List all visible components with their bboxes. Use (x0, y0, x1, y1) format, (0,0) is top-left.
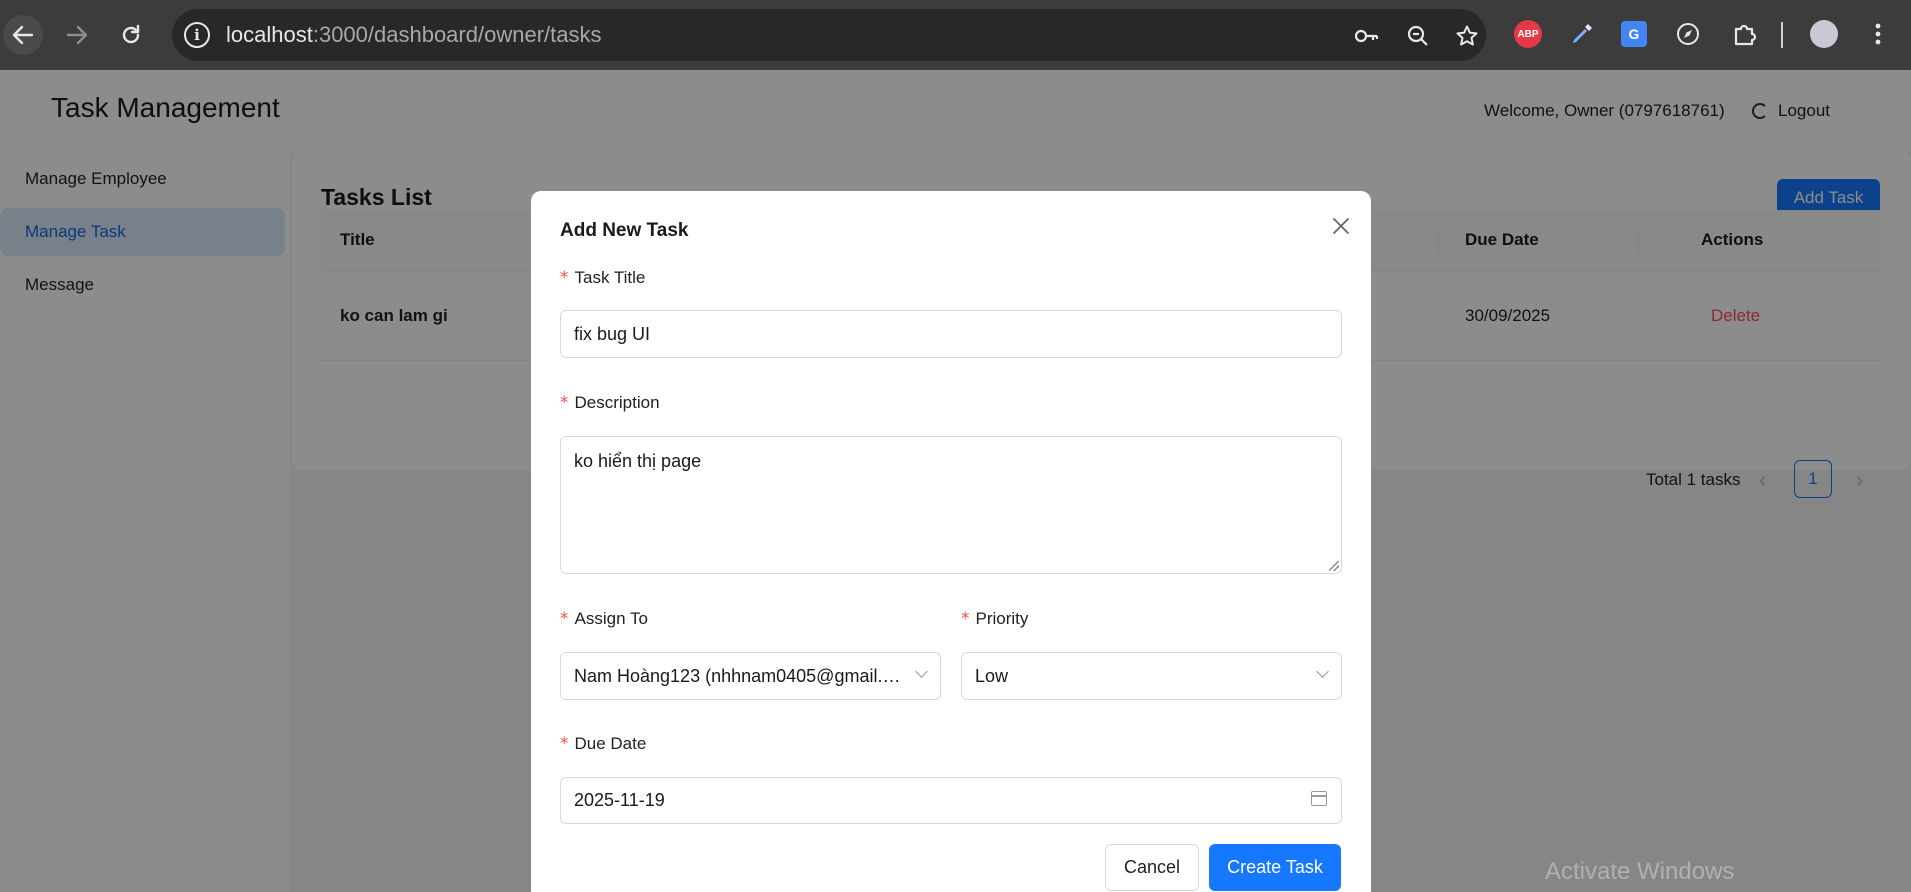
close-icon[interactable] (1326, 211, 1356, 241)
address-bar[interactable]: i localhost:3000/dashboard/owner/tasks (172, 9, 1486, 61)
assign-to-label: * Assign To (560, 609, 648, 629)
due-date-label: * Due Date (560, 734, 647, 754)
adblock-extension-icon[interactable]: ABP (1514, 20, 1542, 48)
required-mark: * (560, 734, 569, 754)
arrow-right-icon (66, 25, 88, 45)
due-date-picker[interactable]: 2025-11-19 (560, 777, 1342, 824)
task-title-label: * Task Title (560, 268, 646, 288)
forward-button[interactable] (57, 15, 97, 55)
url-text[interactable]: localhost:3000/dashboard/owner/tasks (226, 22, 601, 48)
reload-button[interactable] (111, 15, 151, 55)
calendar-icon (1311, 791, 1327, 806)
modal-title: Add New Task (560, 220, 689, 241)
reload-icon (122, 24, 140, 44)
required-mark: * (560, 609, 569, 629)
required-mark: * (961, 609, 970, 629)
back-button[interactable] (3, 15, 43, 55)
more-menu-icon[interactable] (1862, 18, 1894, 50)
password-key-icon[interactable] (1352, 22, 1380, 50)
cancel-button[interactable]: Cancel (1105, 844, 1199, 891)
eyedropper-extension-icon[interactable] (1566, 18, 1598, 50)
priority-label: * Priority (961, 609, 1029, 629)
arrow-left-icon (12, 25, 34, 45)
required-mark: * (560, 393, 569, 413)
create-task-button[interactable]: Create Task (1209, 844, 1341, 891)
textarea-resize-handle[interactable] (1329, 561, 1339, 571)
task-title-input[interactable] (574, 323, 1328, 345)
profile-avatar-icon[interactable] (1810, 20, 1838, 48)
task-title-field[interactable] (560, 310, 1342, 358)
bookmark-star-icon[interactable] (1453, 22, 1481, 50)
browser-toolbar: i localhost:3000/dashboard/owner/tasks A… (0, 0, 1911, 70)
zoom-icon[interactable] (1404, 22, 1432, 50)
assign-to-value: Nam Hoàng123 (nhhnam0405@gmail.com) (574, 665, 923, 686)
add-task-modal: Add New Task *Task Title *Description ko… (531, 191, 1371, 892)
priority-select[interactable]: Low (961, 652, 1342, 700)
due-date-value: 2025-11-19 (574, 790, 665, 810)
compass-extension-icon[interactable] (1672, 18, 1704, 50)
extensions-puzzle-icon[interactable] (1728, 18, 1760, 50)
toolbar-divider (1781, 22, 1783, 48)
translate-extension-icon[interactable]: G (1621, 21, 1647, 47)
site-info-icon[interactable]: i (184, 22, 210, 48)
priority-value: Low (975, 665, 1009, 686)
description-label: * Description (560, 393, 660, 413)
windows-activation-watermark: Activate Windows (1545, 858, 1735, 885)
description-textarea[interactable]: ko hiển thị page (560, 436, 1342, 574)
assign-to-select[interactable]: Nam Hoàng123 (nhhnam0405@gmail.com) (560, 652, 941, 700)
required-mark: * (560, 268, 569, 288)
